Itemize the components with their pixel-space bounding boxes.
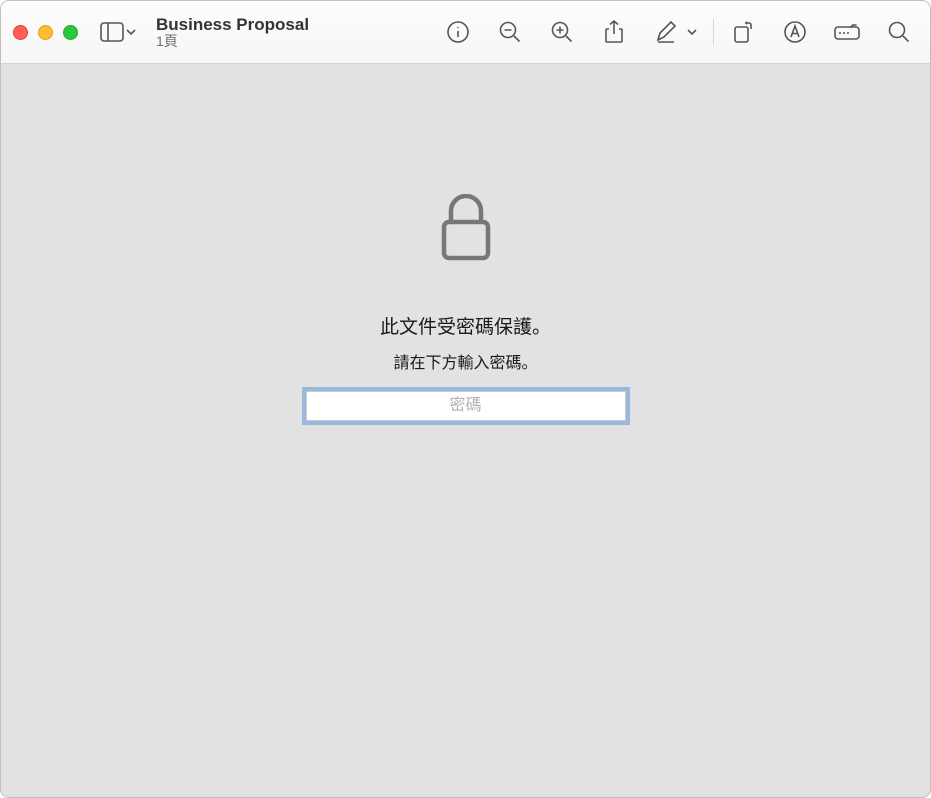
rotate-icon <box>732 21 754 43</box>
chevron-down-icon <box>687 29 697 36</box>
zoom-in-button[interactable] <box>549 19 575 45</box>
titlebar: Business Proposal 1頁 <box>1 1 930 64</box>
document-title: Business Proposal <box>156 15 309 35</box>
sidebar-toggle-button[interactable] <box>100 22 136 42</box>
markup-button[interactable] <box>653 19 679 45</box>
highlight-button[interactable] <box>782 19 808 45</box>
document-pages: 1頁 <box>156 34 309 49</box>
search-button[interactable] <box>886 19 912 45</box>
close-window-button[interactable] <box>13 25 28 40</box>
share-icon <box>604 20 624 44</box>
password-input[interactable] <box>306 391 626 421</box>
chevron-down-icon <box>126 29 136 36</box>
share-button[interactable] <box>601 19 627 45</box>
title-block: Business Proposal 1頁 <box>156 15 309 50</box>
protected-subtext: 請在下方輸入密碼。 <box>393 349 537 373</box>
protected-heading: 此文件受密碼保護。 <box>380 312 551 339</box>
app-window: Business Proposal 1頁 <box>0 0 931 798</box>
toolbar-separator <box>713 19 714 45</box>
info-icon <box>447 21 469 43</box>
window-controls <box>13 25 78 40</box>
rotate-button[interactable] <box>730 19 756 45</box>
markup-dropdown-button[interactable] <box>687 29 697 36</box>
info-button[interactable] <box>445 19 471 45</box>
password-field-wrap <box>306 391 626 421</box>
lock-icon <box>439 194 493 262</box>
maximize-window-button[interactable] <box>63 25 78 40</box>
form-button[interactable] <box>834 19 860 45</box>
content-area: 此文件受密碼保護。 請在下方輸入密碼。 <box>1 64 930 797</box>
zoom-in-icon <box>551 21 573 43</box>
minimize-window-button[interactable] <box>38 25 53 40</box>
highlight-icon <box>784 21 806 43</box>
zoom-out-button[interactable] <box>497 19 523 45</box>
toolbar <box>445 19 918 45</box>
markup-icon <box>655 21 677 43</box>
form-icon <box>834 24 860 40</box>
zoom-out-icon <box>499 21 521 43</box>
search-icon <box>888 21 910 43</box>
sidebar-icon <box>100 22 124 42</box>
